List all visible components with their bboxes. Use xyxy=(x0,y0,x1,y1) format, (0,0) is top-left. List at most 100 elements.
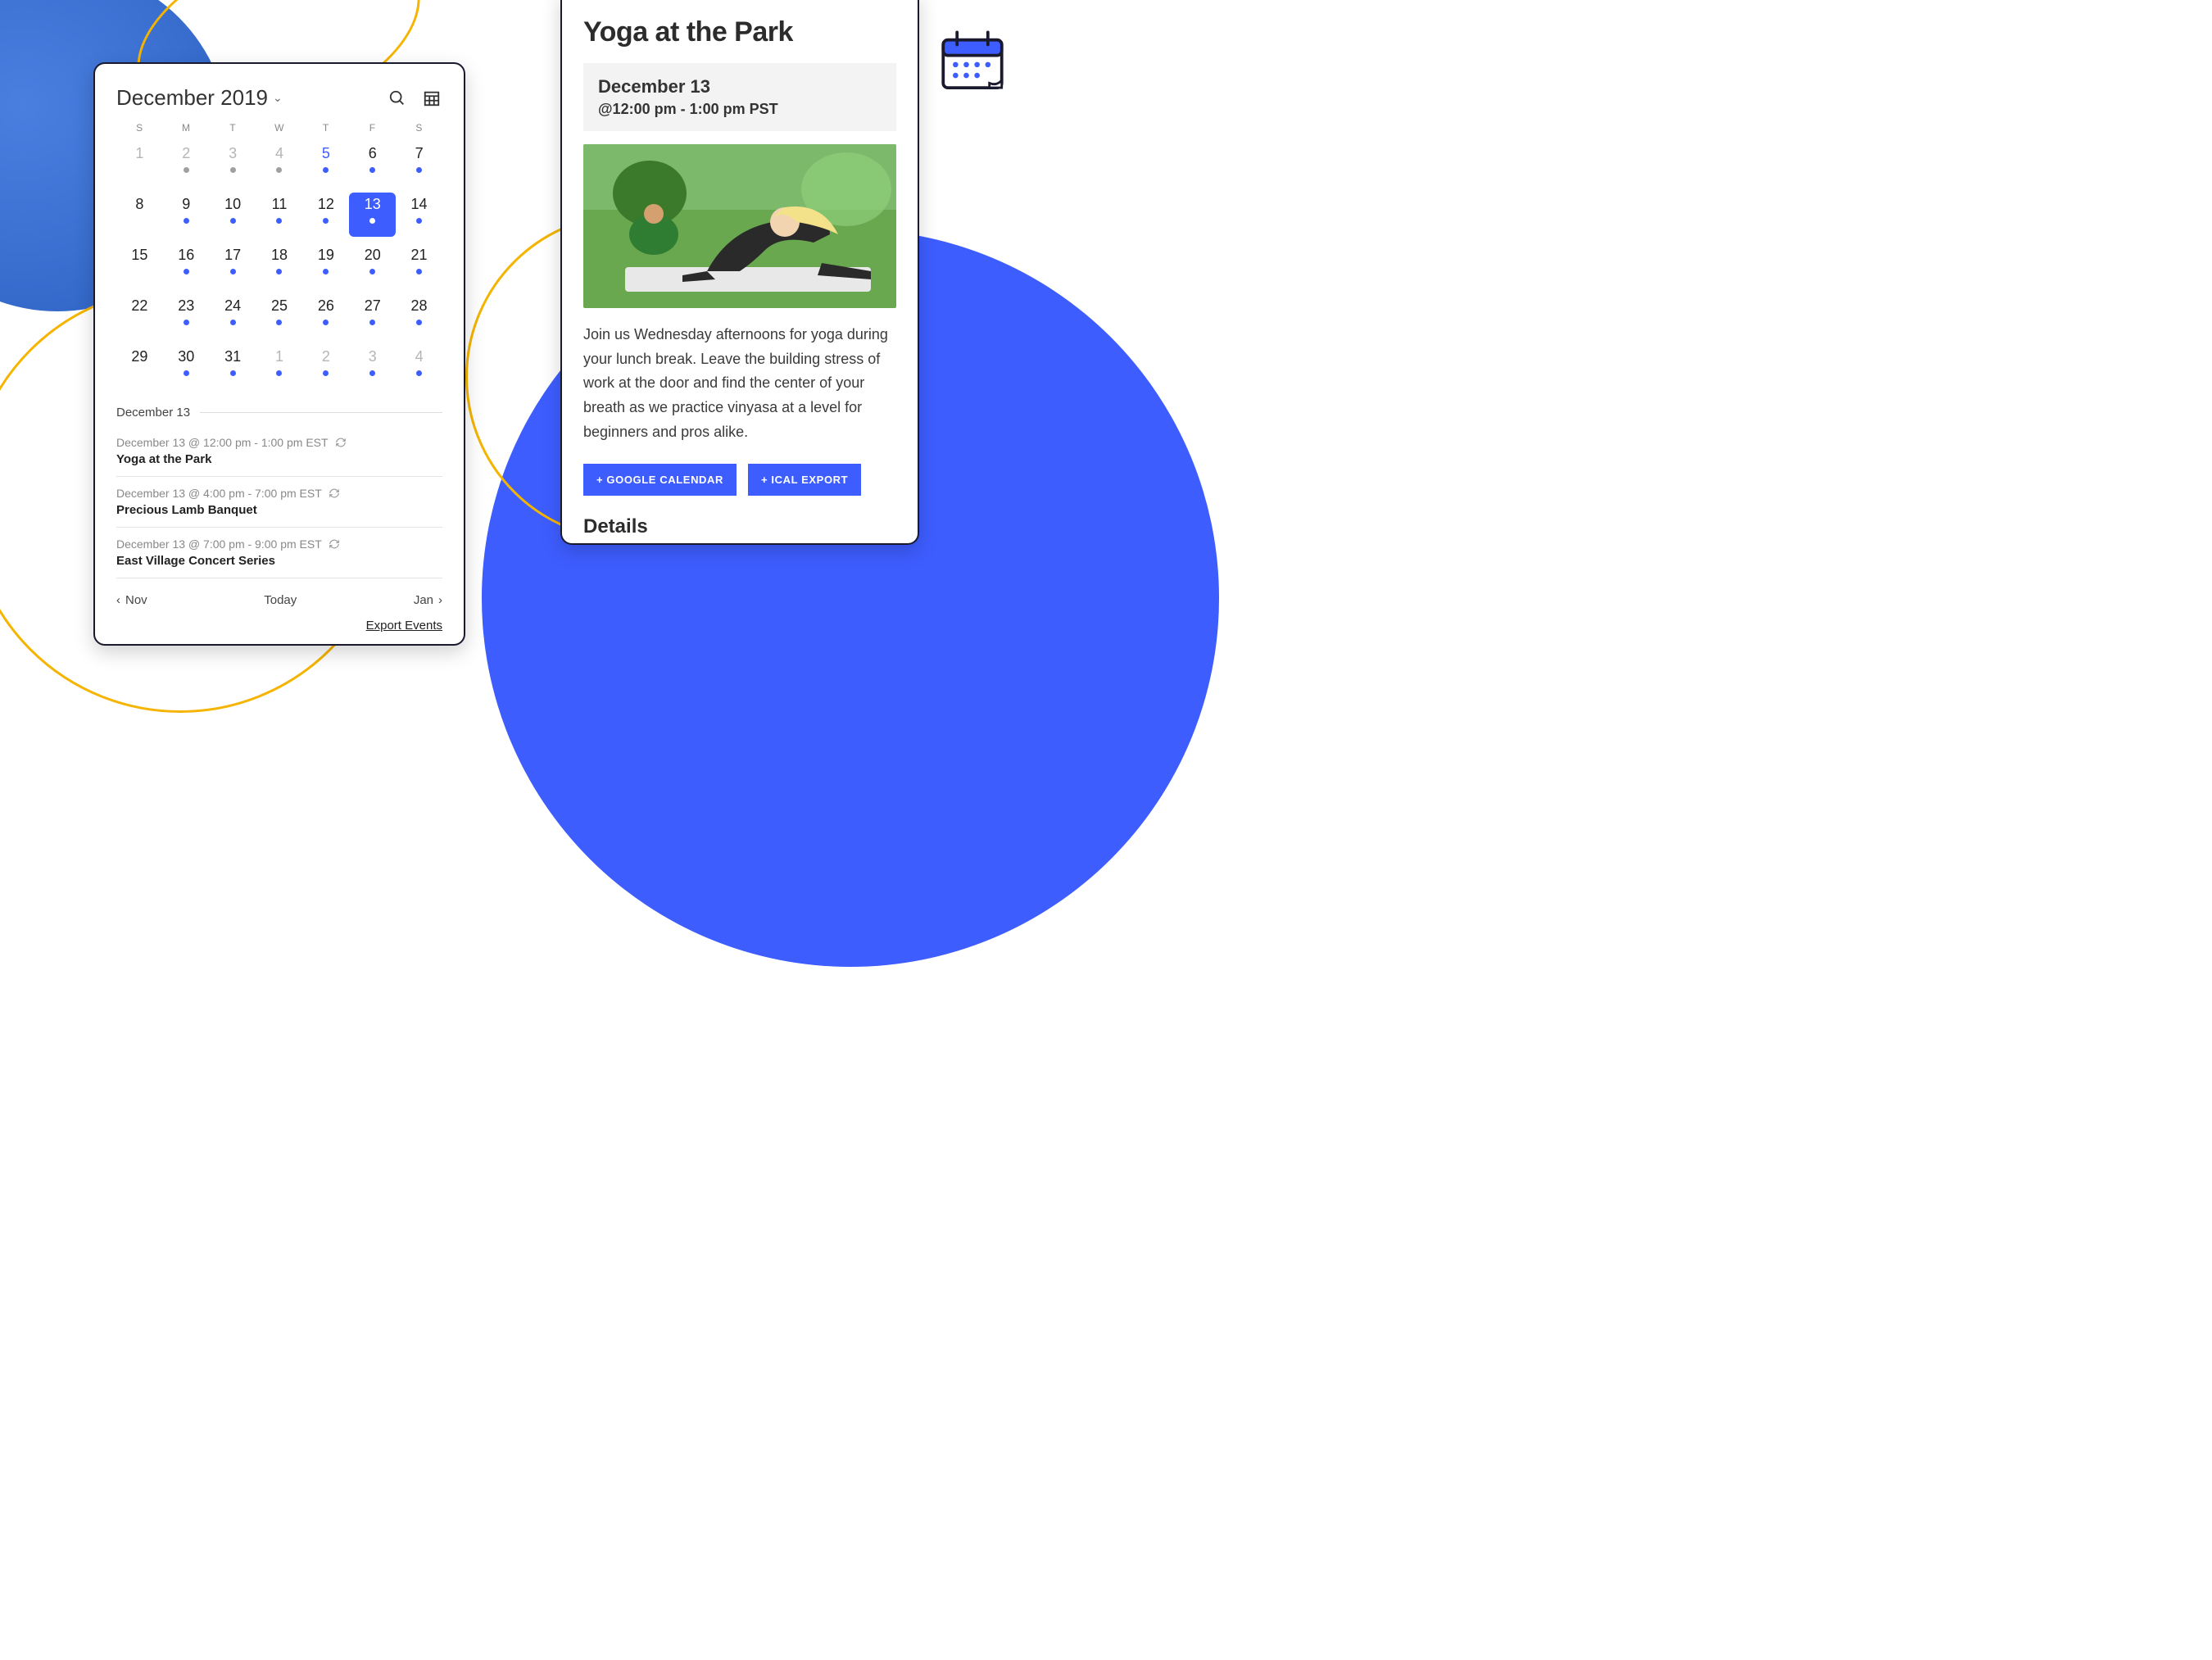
event-dot-icon xyxy=(230,218,236,224)
event-datetime-box: December 13 @12:00 pm - 1:00 pm PST xyxy=(583,63,896,131)
ical-export-button[interactable]: + ICAL EXPORT xyxy=(748,464,861,496)
day-cell[interactable]: 4 xyxy=(256,142,303,186)
day-cell[interactable]: 18 xyxy=(256,243,303,288)
event-item-title: Yoga at the Park xyxy=(116,452,442,466)
google-calendar-button[interactable]: + GOOGLE CALENDAR xyxy=(583,464,737,496)
event-dot-icon xyxy=(184,370,189,376)
event-dot-icon xyxy=(323,370,329,376)
day-cell[interactable]: 6 xyxy=(349,142,396,186)
weekday-cell: F xyxy=(349,122,396,134)
day-cell[interactable]: 16 xyxy=(163,243,210,288)
day-cell[interactable]: 1 xyxy=(116,142,163,186)
chevron-right-icon: › xyxy=(438,593,442,607)
day-cell[interactable]: 26 xyxy=(302,294,349,338)
day-cell[interactable]: 10 xyxy=(210,193,256,237)
event-item-time: December 13 @ 4:00 pm - 7:00 pm EST xyxy=(116,487,442,500)
export-events-link[interactable]: Export Events xyxy=(116,619,442,633)
day-cell[interactable]: 4 xyxy=(396,345,442,389)
month-label: December 2019 xyxy=(116,85,268,111)
day-cell[interactable]: 31 xyxy=(210,345,256,389)
event-item[interactable]: December 13 @ 12:00 pm - 1:00 pm ESTYoga… xyxy=(116,426,442,477)
day-cell[interactable]: 2 xyxy=(163,142,210,186)
month-view-icon[interactable] xyxy=(421,88,442,109)
event-item[interactable]: December 13 @ 4:00 pm - 7:00 pm EST Preci… xyxy=(116,477,442,528)
event-dot-icon xyxy=(184,320,189,325)
day-cell[interactable]: 3 xyxy=(210,142,256,186)
event-description: Join us Wednesday afternoons for yoga du… xyxy=(583,323,896,444)
day-number: 2 xyxy=(182,145,190,162)
event-dot-icon xyxy=(416,218,422,224)
day-cell[interactable]: 27 xyxy=(349,294,396,338)
day-number: 10 xyxy=(224,196,241,213)
weekday-cell: S xyxy=(396,122,442,134)
day-cell[interactable]: 13 xyxy=(349,193,396,237)
selected-day-heading: December 13 xyxy=(116,406,442,420)
day-cell[interactable]: 15 xyxy=(116,243,163,288)
event-dot-icon xyxy=(276,269,282,274)
day-cell[interactable]: 9 xyxy=(163,193,210,237)
day-number: 11 xyxy=(272,196,288,213)
day-number: 24 xyxy=(224,297,241,315)
event-date: December 13 xyxy=(598,76,882,98)
day-cell[interactable]: 17 xyxy=(210,243,256,288)
day-number: 16 xyxy=(178,247,194,264)
event-dot-icon xyxy=(276,370,282,376)
day-number: 25 xyxy=(271,297,288,315)
event-dot-icon xyxy=(369,167,375,173)
day-number: 28 xyxy=(411,297,428,315)
event-dot-icon xyxy=(416,269,422,274)
day-cell[interactable]: 12 xyxy=(302,193,349,237)
day-cell[interactable]: 25 xyxy=(256,294,303,338)
event-title: Yoga at the Park xyxy=(583,16,896,48)
today-button[interactable]: Today xyxy=(264,593,297,607)
event-dot-icon xyxy=(230,269,236,274)
day-cell[interactable]: 30 xyxy=(163,345,210,389)
day-number: 18 xyxy=(271,247,288,264)
day-cell[interactable]: 22 xyxy=(116,294,163,338)
event-dot-icon xyxy=(276,167,282,173)
next-month-label: Jan xyxy=(414,593,433,607)
day-number: 30 xyxy=(178,348,194,365)
day-number: 4 xyxy=(275,145,283,162)
day-cell[interactable]: 28 xyxy=(396,294,442,338)
event-item-time: December 13 @ 7:00 pm - 9:00 pm EST xyxy=(116,537,442,551)
day-cell[interactable]: 11 xyxy=(256,193,303,237)
day-cell[interactable]: 19 xyxy=(302,243,349,288)
prev-month-button[interactable]: ‹ Nov xyxy=(116,593,147,607)
event-dot-icon xyxy=(369,320,375,325)
event-dot-icon xyxy=(416,167,422,173)
day-cell[interactable]: 14 xyxy=(396,193,442,237)
day-number: 7 xyxy=(415,145,424,162)
event-detail-panel: Yoga at the Park December 13 @12:00 pm -… xyxy=(560,0,919,545)
event-dot-icon xyxy=(369,218,375,224)
day-cell[interactable]: 20 xyxy=(349,243,396,288)
day-cell[interactable]: 29 xyxy=(116,345,163,389)
day-cell[interactable]: 2 xyxy=(302,345,349,389)
search-icon[interactable] xyxy=(387,88,408,109)
day-cell[interactable]: 21 xyxy=(396,243,442,288)
event-dot-icon xyxy=(369,370,375,376)
event-item-title: East Village Concert Series xyxy=(116,554,442,568)
day-number: 1 xyxy=(275,348,283,365)
day-number: 23 xyxy=(178,297,194,315)
event-dot-icon xyxy=(323,320,329,325)
calendar-header: December 2019 ⌄ xyxy=(116,85,442,111)
day-cell[interactable]: 8 xyxy=(116,193,163,237)
day-cell[interactable]: 7 xyxy=(396,142,442,186)
month-picker[interactable]: December 2019 ⌄ xyxy=(116,85,283,111)
event-dot-icon xyxy=(416,320,422,325)
next-month-button[interactable]: Jan › xyxy=(414,593,442,607)
weekday-cell: S xyxy=(116,122,163,134)
day-cell[interactable]: 1 xyxy=(256,345,303,389)
event-dot-icon xyxy=(369,269,375,274)
event-item-title: Precious Lamb Banquet xyxy=(116,503,442,517)
day-cell[interactable]: 5 xyxy=(302,142,349,186)
day-number: 8 xyxy=(135,196,143,213)
day-cell[interactable]: 24 xyxy=(210,294,256,338)
event-item[interactable]: December 13 @ 7:00 pm - 9:00 pm EST East … xyxy=(116,528,442,578)
day-cell[interactable]: 3 xyxy=(349,345,396,389)
day-number: 31 xyxy=(224,348,241,365)
day-cell[interactable]: 23 xyxy=(163,294,210,338)
calendar-tools xyxy=(387,88,442,109)
event-dot-icon xyxy=(230,320,236,325)
